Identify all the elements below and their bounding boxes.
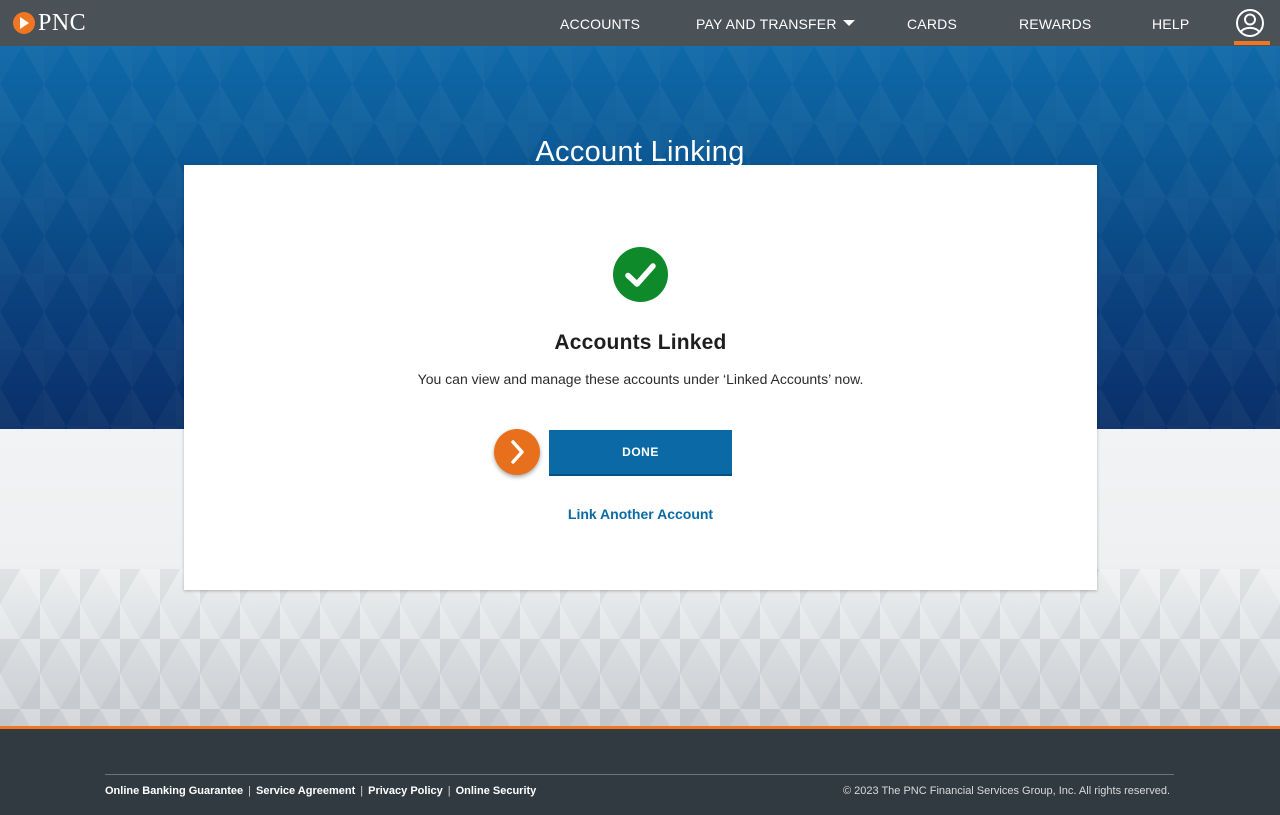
footer-links: Online Banking Guarantee | Service Agreeme… (105, 785, 536, 797)
chevron-right-icon (494, 429, 540, 475)
brand-name: PNC (38, 9, 87, 36)
footer-link-service-agreement[interactable]: Service Agreement (256, 785, 355, 797)
caret-down-icon (842, 20, 855, 27)
footer-link-online-security[interactable]: Online Security (456, 785, 537, 797)
nav-item-label: PAY AND TRANSFER (696, 16, 837, 32)
footer: Online Banking Guarantee | Service Agreeme… (0, 729, 1280, 815)
nav-item-pay-and-transfer[interactable]: PAY AND TRANSFER (696, 0, 855, 46)
nav-item-help[interactable]: HELP (1152, 0, 1189, 46)
top-navigation: PNC ACCOUNTS PAY AND TRANSFER CARDS REWA… (0, 0, 1280, 46)
pnc-logo[interactable]: PNC (13, 9, 87, 36)
check-circle-icon (613, 247, 668, 302)
nav-item-cards[interactable]: CARDS (907, 0, 957, 46)
done-button[interactable]: DONE (549, 430, 732, 476)
nav-item-rewards[interactable]: REWARDS (1019, 0, 1091, 46)
link-another-account-link[interactable]: Link Another Account (184, 506, 1097, 522)
lower-pattern (0, 569, 1280, 727)
footer-link-online-banking-guarantee[interactable]: Online Banking Guarantee (105, 785, 243, 797)
confirmation-card: Accounts Linked You can view and manage … (184, 165, 1097, 590)
confirmation-message: You can view and manage these accounts u… (417, 371, 864, 387)
footer-separator: | (360, 785, 364, 797)
footer-link-privacy-policy[interactable]: Privacy Policy (368, 785, 443, 797)
pnc-logo-icon (13, 12, 35, 34)
confirmation-heading: Accounts Linked (554, 331, 727, 354)
footer-separator: | (248, 785, 251, 797)
copyright-text: © 2023 The PNC Financial Services Group,… (842, 785, 1170, 797)
footer-divider (105, 774, 1174, 775)
nav-item-accounts[interactable]: ACCOUNTS (560, 0, 640, 46)
profile-active-indicator (1234, 41, 1270, 45)
footer-separator: | (447, 785, 451, 797)
